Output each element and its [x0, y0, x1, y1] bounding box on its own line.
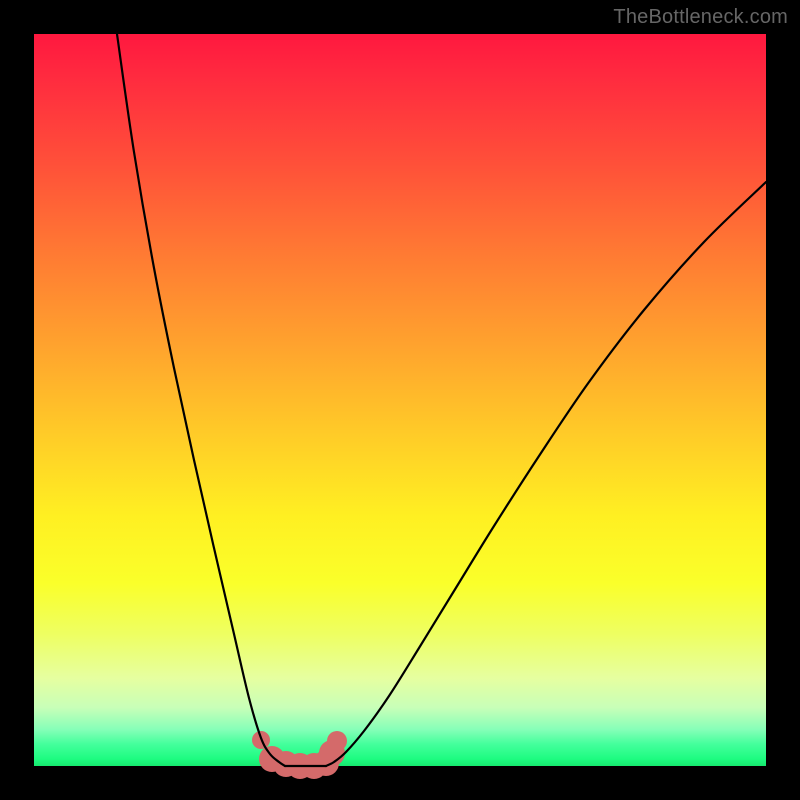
watermark-text: TheBottleneck.com [613, 6, 788, 29]
left-curve [117, 34, 285, 766]
right-curve [326, 182, 766, 766]
trough-markers [252, 731, 347, 779]
curves-layer [34, 34, 766, 766]
chart-frame: TheBottleneck.com [0, 0, 800, 800]
plot-area [34, 34, 766, 766]
trough-marker-dot [327, 731, 347, 751]
